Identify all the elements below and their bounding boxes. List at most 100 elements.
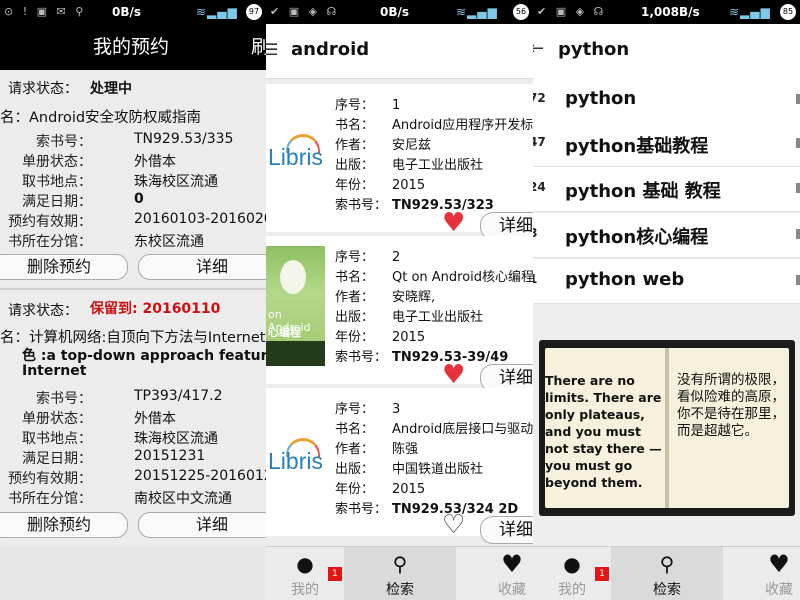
back-arrow-icon[interactable]: ←	[533, 38, 544, 59]
libris-logo: Libris	[268, 144, 323, 170]
item-status: 外借本	[134, 154, 176, 170]
result-count: 1	[533, 272, 538, 286]
search-keyword[interactable]: android	[291, 39, 369, 60]
author: 安尼兹	[392, 138, 432, 153]
delete-reservation-button[interactable]: 删除预约	[0, 512, 128, 538]
notification-icons: ✔ ▣ ◈ ☊	[270, 5, 340, 18]
pickup-location: 珠海校区流通	[134, 174, 218, 190]
fill-arrow-icon	[796, 138, 800, 148]
result-count: 72	[533, 91, 546, 105]
tab-search[interactable]: ⚲ 检索	[611, 547, 723, 600]
tab-favorites[interactable]: ♥ 收藏	[723, 547, 800, 600]
notification-badge: 1	[328, 567, 342, 581]
book-title-line2: 色 :a top-down approach featuring the	[22, 348, 266, 364]
favorite-heart-outline-icon[interactable]: ♡	[442, 512, 465, 538]
favorite-heart-icon[interactable]: ♥	[442, 362, 465, 388]
bottom-tab-bar: ● 我的 1 ⚲ 检索 ♥ 收藏	[533, 546, 800, 600]
favorite-heart-icon[interactable]: ♥	[442, 210, 465, 236]
suggestion-text: python 基础 教程	[565, 181, 721, 202]
heart-icon: ♥	[501, 550, 523, 578]
status-bar: ✔ ▣ ◈ ☊ 1,008B/s ≋▂▄▆ 85	[533, 0, 800, 24]
field-value: 3	[392, 402, 401, 417]
field-label: 出版：	[335, 462, 375, 477]
field-label: 单册状态：	[22, 411, 92, 427]
field-label: 年份：	[335, 330, 375, 345]
search-icon: ⚲	[392, 552, 408, 576]
field-label: 年份：	[335, 482, 375, 497]
year: 2015	[392, 482, 426, 497]
quote-english: There are no limits. There are only plat…	[545, 373, 662, 490]
book-cover: on Android 心编程	[266, 246, 325, 366]
tab-favorites[interactable]: ♥ 收藏	[456, 547, 533, 600]
app-header: 我的预约 刷	[0, 24, 266, 70]
detail-button[interactable]: 详细	[138, 512, 266, 538]
battery-icon: 97	[246, 4, 262, 20]
field-label: 单册状态：	[22, 154, 92, 170]
status-label: 请求状态：	[8, 81, 78, 97]
book-cover: Libris	[266, 398, 325, 518]
book-title-line3: Internet	[22, 363, 87, 379]
suggestion-item[interactable]: 8 python核心编程	[533, 213, 800, 258]
bottom-tab-bar: ● 我的 1 ⚲ 检索 ♥ 收藏	[266, 546, 533, 600]
branch: 东校区流通	[134, 234, 204, 250]
suggestion-item[interactable]: 1 python web	[533, 259, 800, 304]
field-label: 取书地点：	[22, 431, 92, 447]
author: 陈强	[392, 442, 419, 457]
notification-icons: ✔ ▣ ◈ ☊	[537, 5, 607, 18]
cover-text: 心编程	[268, 326, 301, 339]
refresh-button[interactable]: 刷	[251, 24, 266, 70]
field-label: 书名：	[335, 118, 375, 133]
pickup-location: 珠海校区流通	[134, 431, 218, 447]
field-label: 取书地点：	[22, 174, 92, 190]
tab-label: 收藏	[498, 582, 526, 598]
suggestion-item[interactable]: 47 python基础教程	[533, 122, 800, 167]
search-input[interactable]: python	[558, 39, 629, 60]
suggestion-text: python web	[565, 269, 685, 290]
result-item[interactable]: on Android 心编程 序号： 2 书名： Qt on Android核心编程 …	[266, 236, 533, 392]
notification-icons: ⊙ ! ▣ ✉ ⚲	[4, 5, 87, 18]
call-number: TN929.53/335	[134, 131, 234, 147]
field-label: 出版：	[335, 310, 375, 325]
quote-chinese: 没有所谓的极限，看似险难的高原，你不是待在那里，而是超越它。	[677, 372, 785, 439]
status-bar: ⊙ ! ▣ ✉ ⚲ 0B/s ≋▂▄▆ 97	[0, 0, 266, 24]
field-value: 2	[392, 250, 401, 265]
result-item[interactable]: Libris 序号： 3 书名： Android底层接口与驱动 作者： 陈强 出版： 中…	[266, 388, 533, 544]
field-label: 满足日期：	[22, 194, 92, 210]
field-label: 书名：	[335, 422, 375, 437]
signal-icon: ≋▂▄▆	[196, 5, 238, 19]
field-label: 索书号：	[335, 350, 388, 365]
tab-label: 检索	[386, 582, 414, 598]
battery-icon: 56	[513, 4, 529, 20]
field-label: 书所在分馆：	[8, 491, 92, 507]
result-item[interactable]: Libris 序号： 1 书名： Android应用程序开发标 作者： 安尼兹 出版：…	[266, 84, 533, 240]
suggestion-text: python核心编程	[565, 227, 709, 248]
delete-reservation-button[interactable]: 删除预约	[0, 254, 128, 280]
search-header: ← python	[533, 24, 800, 79]
book-title: Android应用程序开发标	[392, 118, 533, 133]
result-count: 24	[533, 180, 546, 194]
field-label: 预约有效期：	[8, 214, 92, 230]
tab-label: 我的	[291, 582, 319, 598]
field-label: 书所在分馆：	[8, 234, 92, 250]
tab-search[interactable]: ⚲ 检索	[344, 547, 456, 600]
status-label: 请求状态：	[8, 303, 78, 319]
field-label: 书名：	[335, 270, 375, 285]
suggestion-item[interactable]: 24 python 基础 教程	[533, 167, 800, 212]
detail-button[interactable]: 详细	[480, 516, 533, 544]
detail-button[interactable]: 详细	[138, 254, 266, 280]
tab-label: 我的	[558, 582, 586, 598]
tab-label: 收藏	[765, 582, 793, 598]
suggestion-text: python基础教程	[565, 136, 709, 157]
search-icon: ⚲	[659, 552, 675, 576]
fill-arrow-icon	[796, 94, 800, 104]
my-reservations-screen: ⊙ ! ▣ ✉ ⚲ 0B/s ≋▂▄▆ 97 我的预约 刷 请求状态： 处理中 …	[0, 0, 266, 600]
field-label: 年份：	[335, 178, 375, 193]
suggestion-item[interactable]: 72 python	[533, 78, 800, 123]
field-label: 序号：	[335, 250, 375, 265]
result-count: 47	[533, 135, 546, 149]
field-label: 索书号：	[335, 502, 388, 517]
result-count: 8	[533, 226, 538, 240]
menu-icon[interactable]: ☰	[266, 40, 278, 59]
call-number: TP393/417.2	[134, 388, 223, 404]
author: 安晓辉,	[392, 290, 436, 305]
